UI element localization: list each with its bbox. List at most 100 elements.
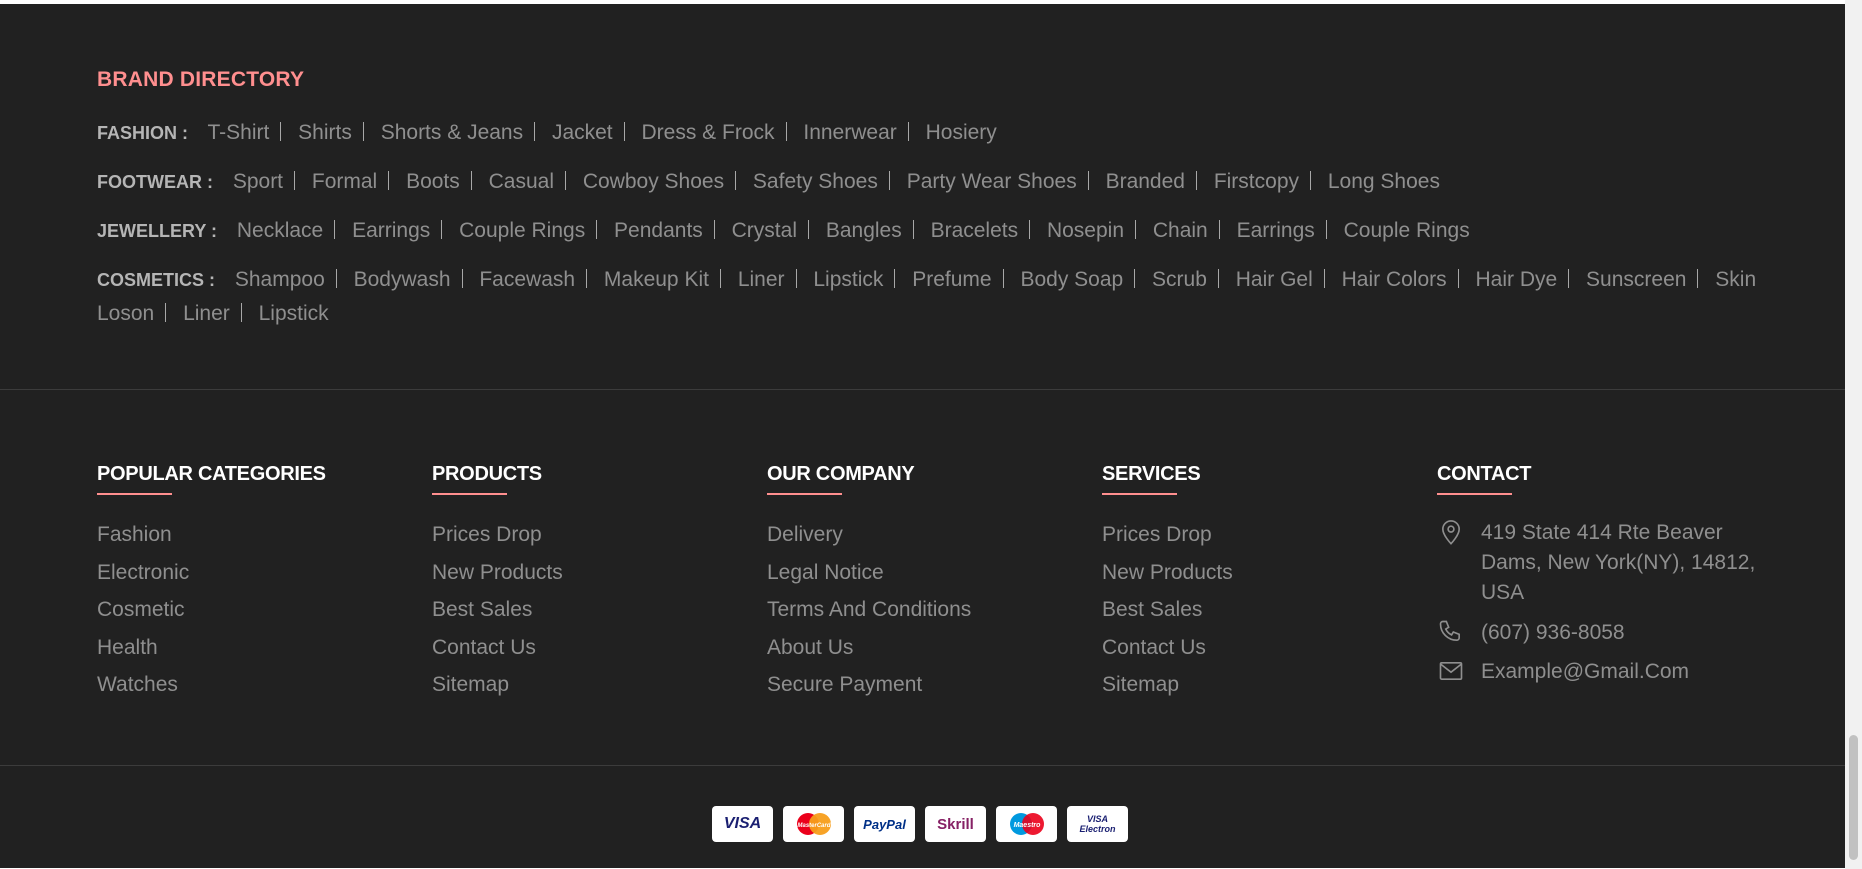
- contact-email[interactable]: Example@Gmail.Com: [1437, 657, 1777, 687]
- brand-link[interactable]: Sport: [233, 170, 283, 193]
- brand-link[interactable]: Pendants: [614, 219, 703, 242]
- payment-label: Skrill: [937, 815, 974, 833]
- brand-link[interactable]: Bracelets: [931, 219, 1019, 242]
- brand-link[interactable]: Hair Gel: [1236, 268, 1313, 291]
- brand-row-label: COSMETICS :: [97, 270, 216, 290]
- maestro-logo-icon: Maestro: [1009, 813, 1044, 835]
- footer-link[interactable]: Watches: [97, 666, 326, 704]
- brand-link[interactable]: Sunscreen: [1586, 268, 1686, 291]
- brand-link[interactable]: Long Shoes: [1328, 170, 1440, 193]
- footer-link[interactable]: Best Sales: [1102, 591, 1233, 629]
- footer-link[interactable]: Prices Drop: [432, 516, 563, 554]
- brand-link[interactable]: T-Shirt: [207, 121, 269, 144]
- brand-link[interactable]: Makeup Kit: [604, 268, 709, 291]
- footer-link[interactable]: About Us: [767, 629, 971, 667]
- separator: [1323, 269, 1325, 288]
- brand-link[interactable]: Jacket: [552, 121, 613, 144]
- brand-link[interactable]: Dress & Frock: [642, 121, 775, 144]
- brand-link[interactable]: Nosepin: [1047, 219, 1124, 242]
- separator: [335, 269, 337, 288]
- brand-link[interactable]: Lipstick: [259, 302, 329, 325]
- brand-link[interactable]: Facewash: [479, 268, 575, 291]
- separator: [719, 269, 721, 288]
- brand-link[interactable]: Hosiery: [926, 121, 997, 144]
- separator: [1087, 171, 1089, 190]
- payment-label: PayPal: [863, 816, 906, 832]
- brand-link[interactable]: Firstcopy: [1214, 170, 1299, 193]
- brand-link[interactable]: Crystal: [732, 219, 797, 242]
- contact-address: 419 State 414 Rte Beaver Dams, New York(…: [1437, 518, 1777, 608]
- mastercard-logo-icon: MasterCard: [796, 813, 831, 835]
- brand-link[interactable]: Innerwear: [803, 121, 896, 144]
- email-text[interactable]: Example@Gmail.Com: [1481, 657, 1689, 687]
- site-footer: BRAND DIRECTORY FASHION : T-Shirt Shirts…: [0, 4, 1845, 868]
- footer-link[interactable]: Sitemap: [1102, 666, 1233, 704]
- brand-link[interactable]: Liner: [738, 268, 785, 291]
- brand-link[interactable]: Casual: [489, 170, 554, 193]
- brand-link[interactable]: Formal: [312, 170, 377, 193]
- brand-link[interactable]: Shampoo: [235, 268, 325, 291]
- brand-link[interactable]: Party Wear Shoes: [907, 170, 1077, 193]
- separator: [912, 220, 914, 239]
- footer-link[interactable]: Sitemap: [432, 666, 563, 704]
- separator: [735, 171, 737, 190]
- brand-link[interactable]: Hair Dye: [1476, 268, 1558, 291]
- brand-link[interactable]: Cowboy Shoes: [583, 170, 724, 193]
- brand-link[interactable]: Liner: [183, 302, 230, 325]
- brand-link[interactable]: Earrings: [1237, 219, 1315, 242]
- separator: [441, 220, 443, 239]
- scrollbar-thumb[interactable]: [1849, 735, 1858, 860]
- brand-link[interactable]: Couple Rings: [1344, 219, 1470, 242]
- title-underline: [1102, 493, 1177, 495]
- footer-link[interactable]: Delivery: [767, 516, 971, 554]
- separator: [334, 220, 336, 239]
- separator: [713, 220, 715, 239]
- separator: [586, 269, 588, 288]
- brand-link[interactable]: Scrub: [1152, 268, 1207, 291]
- separator: [1697, 269, 1699, 288]
- footer-link[interactable]: Best Sales: [432, 591, 563, 629]
- brand-link[interactable]: Safety Shoes: [753, 170, 878, 193]
- brand-link[interactable]: Chain: [1153, 219, 1208, 242]
- title-underline: [767, 493, 842, 495]
- column-title: SERVICES: [1102, 463, 1201, 485]
- payment-label: VISA: [723, 815, 762, 832]
- brand-link[interactable]: Bangles: [826, 219, 902, 242]
- footer-link[interactable]: Legal Notice: [767, 554, 971, 592]
- brand-link[interactable]: Hair Colors: [1342, 268, 1447, 291]
- skrill-icon: Skrill: [925, 806, 986, 842]
- brand-link[interactable]: Earrings: [352, 219, 430, 242]
- footer-link[interactable]: Prices Drop: [1102, 516, 1233, 554]
- brand-link[interactable]: Shirts: [298, 121, 352, 144]
- our-company-column: OUR COMPANY Delivery Legal Notice Terms …: [767, 460, 971, 704]
- brand-link[interactable]: Couple Rings: [459, 219, 585, 242]
- brand-link[interactable]: Necklace: [237, 219, 323, 242]
- brand-link[interactable]: Prefume: [912, 268, 991, 291]
- brand-link[interactable]: Shorts & Jeans: [381, 121, 523, 144]
- footer-link[interactable]: New Products: [1102, 554, 1233, 592]
- brand-row-footwear: FOOTWEAR : Sport Formal Boots Casual Cow…: [97, 165, 1757, 199]
- contact-phone[interactable]: (607) 936-8058: [1437, 618, 1777, 648]
- separator: [795, 269, 797, 288]
- footer-link[interactable]: New Products: [432, 554, 563, 592]
- footer-link[interactable]: Electronic: [97, 554, 326, 592]
- footer-link[interactable]: Terms And Conditions: [767, 591, 971, 629]
- footer-link[interactable]: Secure Payment: [767, 666, 971, 704]
- footer-link[interactable]: Contact Us: [1102, 629, 1233, 667]
- address-text: 419 State 414 Rte Beaver Dams, New York(…: [1481, 521, 1756, 604]
- brand-link[interactable]: Boots: [406, 170, 460, 193]
- mastercard-icon: MasterCard: [783, 806, 844, 842]
- footer-link[interactable]: Cosmetic: [97, 591, 326, 629]
- footer-link[interactable]: Health: [97, 629, 326, 667]
- column-title: POPULAR CATEGORIES: [97, 463, 326, 485]
- phone-text[interactable]: (607) 936-8058: [1481, 618, 1625, 648]
- brand-link[interactable]: Branded: [1106, 170, 1185, 193]
- footer-link[interactable]: Fashion: [97, 516, 326, 554]
- page-scrollbar[interactable]: [1845, 0, 1862, 869]
- brand-link[interactable]: Bodywash: [354, 268, 451, 291]
- brand-link[interactable]: Body Soap: [1020, 268, 1123, 291]
- footer-link[interactable]: Contact Us: [432, 629, 563, 667]
- brand-link[interactable]: Lipstick: [813, 268, 883, 291]
- paypal-icon: PayPal: [854, 806, 915, 842]
- location-pin-icon: [1437, 518, 1465, 546]
